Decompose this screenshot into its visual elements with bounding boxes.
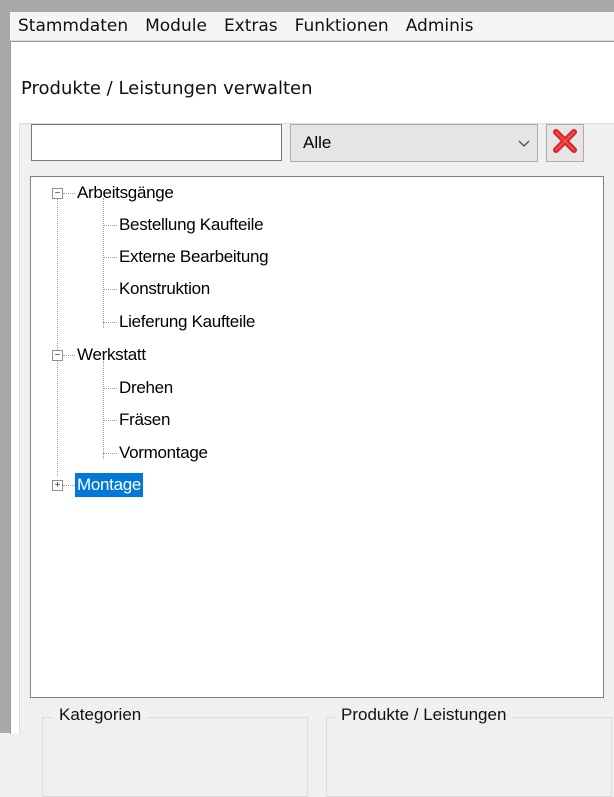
menu-administration[interactable]: Adminis	[398, 16, 483, 36]
filter-dropdown-value: Alle	[303, 133, 332, 152]
window-title: Produkte / Leistungen verwalten	[21, 78, 313, 99]
menu-stammdaten[interactable]: Stammdaten	[10, 16, 137, 36]
tree-connector	[63, 193, 75, 194]
tree-node-child[interactable]: Bestellung Kaufteile	[119, 213, 264, 237]
menu-bar: Stammdaten Module Extras Funktionen Admi…	[10, 12, 614, 41]
menu-module[interactable]: Module	[137, 16, 216, 36]
tree-connector	[103, 453, 117, 454]
group-kategorien	[42, 717, 308, 797]
tree-connector	[103, 420, 117, 421]
tree-connector	[103, 388, 117, 389]
tree-node-child[interactable]: Lieferung Kaufteile	[119, 310, 255, 334]
menu-extras[interactable]: Extras	[216, 16, 287, 36]
tree-connector	[63, 485, 75, 486]
filter-dropdown[interactable]: Alle	[290, 124, 538, 162]
window-frame-left	[0, 0, 10, 733]
tree-node-child[interactable]: Vormontage	[119, 441, 208, 465]
tree-node-montage[interactable]: Montage	[75, 473, 144, 497]
child-window: Produkte / Leistungen verwalten Alle − A…	[10, 41, 614, 797]
tree-node-child[interactable]: Konstruktion	[119, 277, 210, 301]
category-tree[interactable]: − Arbeitsgänge Bestellung Kaufteile Exte…	[30, 176, 604, 698]
group-label-kategorien: Kategorien	[53, 705, 148, 725]
tree-node-arbeitsgaenge[interactable]: Arbeitsgänge	[77, 181, 174, 205]
window-frame-top	[0, 0, 614, 12]
tree-node-werkstatt[interactable]: Werkstatt	[77, 343, 146, 367]
tree-connector	[63, 355, 75, 356]
clear-filter-button[interactable]	[546, 124, 584, 162]
tree-node-child[interactable]: Drehen	[119, 376, 173, 400]
group-label-produkte: Produkte / Leistungen	[335, 705, 513, 725]
tree-connector	[103, 225, 117, 226]
tree-connector	[103, 322, 117, 323]
search-input[interactable]	[31, 124, 282, 161]
group-produkte	[326, 717, 612, 797]
collapse-icon[interactable]: −	[52, 350, 63, 361]
tree-connector	[103, 361, 104, 459]
expand-icon[interactable]: +	[52, 480, 63, 491]
tree-connector	[103, 289, 117, 290]
red-x-icon	[552, 128, 578, 158]
chevron-down-icon	[511, 136, 537, 151]
collapse-icon[interactable]: −	[52, 188, 63, 199]
menu-funktionen[interactable]: Funktionen	[287, 16, 398, 36]
tree-connector	[103, 257, 117, 258]
tree-connector	[57, 198, 58, 476]
tree-connector	[103, 198, 104, 328]
tree-node-child[interactable]: Fräsen	[119, 408, 170, 432]
tree-node-child[interactable]: Externe Bearbeitung	[119, 245, 269, 269]
